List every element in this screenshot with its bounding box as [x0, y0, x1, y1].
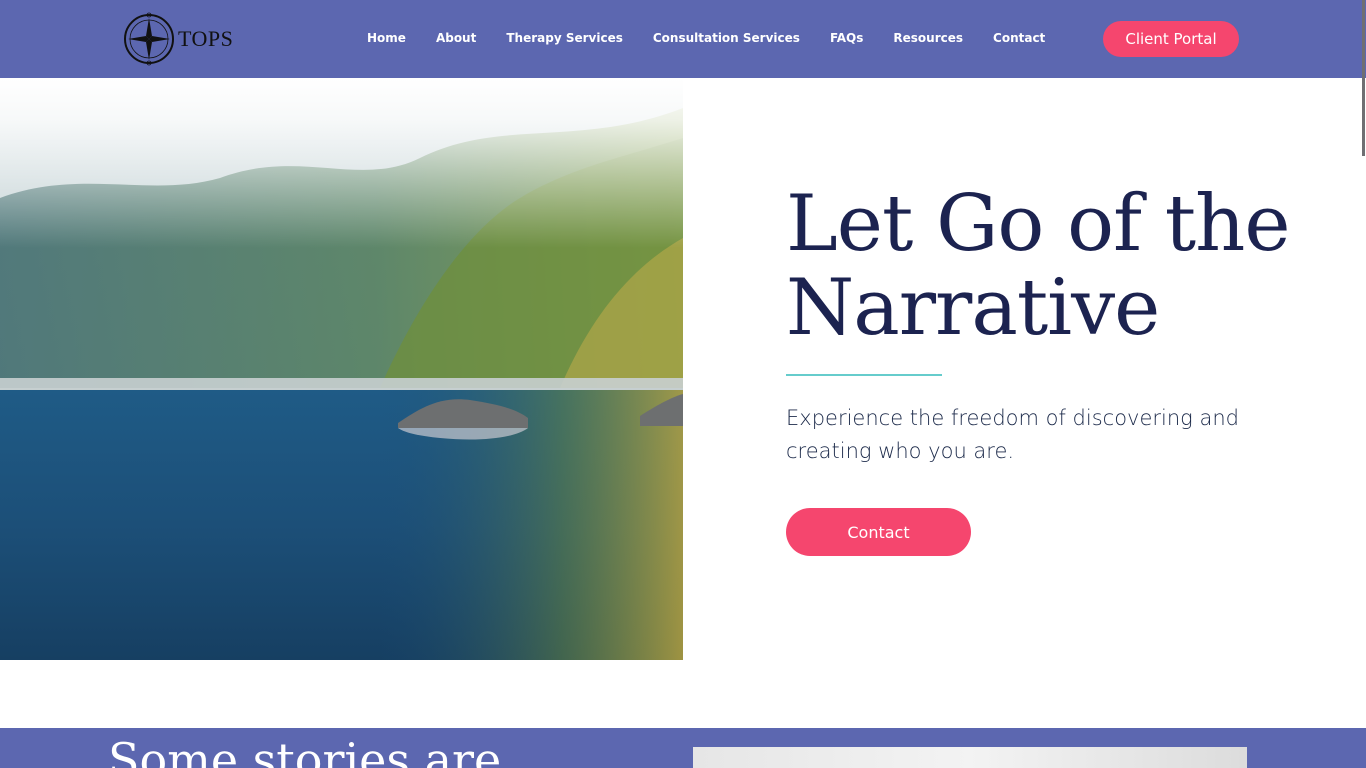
- site-logo[interactable]: TOPS: [122, 11, 233, 67]
- nav-about[interactable]: About: [436, 31, 476, 45]
- stories-section: Some stories are: [0, 728, 1366, 768]
- hero-title: Let Go of the Narrative: [786, 182, 1346, 350]
- hero-subtitle: Experience the freedom of discovering an…: [786, 406, 1239, 463]
- nav-consultation-services[interactable]: Consultation Services: [653, 31, 800, 45]
- scrollbar-thumb[interactable]: [1362, 0, 1365, 156]
- hero-title-line1: Let Go of the: [786, 179, 1291, 269]
- nav-home[interactable]: Home: [367, 31, 406, 45]
- stories-heading: Some stories are: [108, 733, 502, 768]
- main-nav: Home About Therapy Services Consultation…: [367, 31, 1075, 45]
- site-header: TOPS Home About Therapy Services Consult…: [0, 0, 1366, 78]
- nav-therapy-services[interactable]: Therapy Services: [506, 31, 623, 45]
- nav-resources[interactable]: Resources: [893, 31, 963, 45]
- client-portal-button[interactable]: Client Portal: [1103, 21, 1239, 57]
- stories-image: [693, 747, 1247, 768]
- hero-image-fade: [0, 78, 683, 248]
- hero-image: [0, 78, 683, 660]
- nav-faqs[interactable]: FAQs: [830, 31, 863, 45]
- logo-text: TOPS: [178, 26, 234, 51]
- hero-divider: [786, 374, 942, 376]
- hero-title-line2: Narrative: [786, 263, 1160, 353]
- nav-contact[interactable]: Contact: [993, 31, 1045, 45]
- hero-contact-button[interactable]: Contact: [786, 508, 971, 556]
- compass-icon: [124, 12, 174, 66]
